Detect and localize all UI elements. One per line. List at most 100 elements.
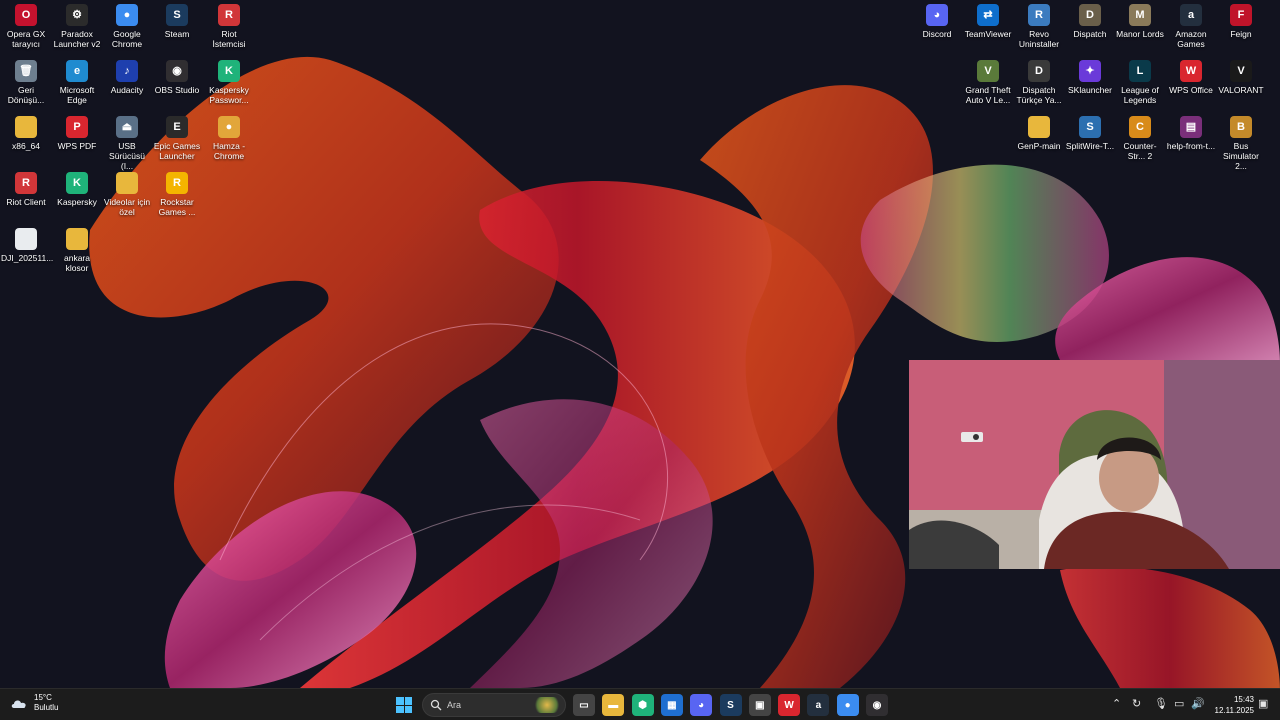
audacity-icon: ♪: [116, 60, 138, 82]
sklauncher-icon: ✦: [1079, 60, 1101, 82]
desktop-icon[interactable]: W WPS Office: [1165, 56, 1217, 112]
desktop-icon[interactable]: R Rockstar Games ...: [151, 168, 203, 224]
desktop-icon-label: SKlauncher: [1068, 85, 1112, 95]
start-button[interactable]: [396, 697, 412, 713]
desktop-icon[interactable]: M Manor Lords: [1114, 0, 1166, 56]
rockstar-games-icon: R: [166, 172, 188, 194]
notification-icon[interactable]: ▣: [1258, 697, 1268, 711]
desktop-icon-label: Revo Uninstaller: [1018, 29, 1060, 49]
opera-gx-icon: O: [15, 4, 37, 26]
desktop-icon[interactable]: ✦ SKlauncher: [1064, 56, 1116, 112]
amazon-games-icon: a: [1180, 4, 1202, 26]
desktop-icon[interactable]: D Dispatch Türkçe Ya...: [1013, 56, 1065, 112]
desktop-icon[interactable]: S SplitWire-T...: [1064, 112, 1116, 168]
desktop-icon-label: Riot İstemcisi: [212, 29, 246, 49]
show-hidden-icons-button[interactable]: ⌃: [1112, 697, 1121, 711]
help-from-winrar-icon: ▤: [1180, 116, 1202, 138]
desktop-icon[interactable]: V VALORANT: [1215, 56, 1267, 112]
epic-games-icon: E: [166, 116, 188, 138]
obs-studio-icon: ◉: [166, 60, 188, 82]
steam-taskbar-icon[interactable]: S: [719, 694, 742, 716]
desktop-icon[interactable]: V Grand Theft Auto V Le...: [962, 56, 1014, 112]
counter-strike-icon: C: [1129, 116, 1151, 138]
wps-office-icon: W: [1180, 60, 1202, 82]
desktop-icon[interactable]: GenP-main: [1013, 112, 1065, 168]
discord-icon: ◕: [926, 4, 948, 26]
search-placeholder: Ara: [447, 700, 462, 710]
discord-taskbar-icon[interactable]: ◕: [690, 694, 713, 716]
desktop-icon-label: Rockstar Games ...: [158, 197, 196, 217]
desktop-icon[interactable]: ● Google Chrome: [101, 0, 153, 56]
taskbar-search-box[interactable]: Ara: [422, 693, 566, 717]
desktop-icon[interactable]: DJI_202511...: [0, 224, 54, 280]
desktop-icon-label: Dispatch Türkçe Ya...: [1016, 85, 1062, 105]
store-taskbar-icon[interactable]: ▣: [748, 694, 771, 716]
desktop-icon[interactable]: S Steam: [151, 0, 203, 56]
steam-icon: S: [166, 4, 188, 26]
desktop-icon-label: Amazon Games: [1175, 29, 1207, 49]
desktop-icon[interactable]: ● Hamza - Chrome: [203, 112, 255, 168]
feign-icon: F: [1230, 4, 1252, 26]
desktop-icon-label: WPS Office: [1169, 85, 1213, 95]
paradox-launcher-icon: ⚙: [66, 4, 88, 26]
desktop-icon[interactable]: a Amazon Games: [1165, 0, 1217, 56]
desktop-icon-label: Hamza - Chrome: [212, 141, 246, 161]
network-icon[interactable]: ▭: [1174, 697, 1184, 711]
desktop-icon-label: Discord: [922, 29, 952, 39]
valorant-icon: V: [1230, 60, 1252, 82]
desktop-icon-label: Microsoft Edge: [59, 85, 95, 105]
desktop-icon[interactable]: E Epic Games Launcher: [151, 112, 203, 168]
sync-icon[interactable]: ↻: [1132, 697, 1141, 711]
desktop-icon-label: DJI_202511...: [1, 253, 54, 263]
desktop-icon[interactable]: 🗑 Geri Dönüşü...: [0, 56, 52, 112]
desktop-icon[interactable]: Videolar için özel: [101, 168, 153, 224]
desktop-icon[interactable]: L League of Legends: [1114, 56, 1166, 112]
desktop-icon-label: help-from-t...: [1166, 141, 1216, 151]
desktop-icon[interactable]: B Bus Simulator 2...: [1215, 112, 1267, 171]
desktop-icon[interactable]: K Kaspersky: [51, 168, 103, 224]
desktop-icon[interactable]: ⇄ TeamViewer: [962, 0, 1014, 56]
desktop-icon[interactable]: ◉ OBS Studio: [151, 56, 203, 112]
microphone-icon[interactable]: 🎙: [1154, 697, 1168, 711]
desktop-icon[interactable]: C Counter-Str... 2: [1114, 112, 1166, 168]
desktop-icon[interactable]: P WPS PDF: [51, 112, 103, 168]
riot-client-icon: R: [15, 172, 37, 194]
desktop-icon[interactable]: ▤ help-from-t...: [1165, 112, 1217, 168]
taskbar-clock[interactable]: 15:43 12.11.2025: [1212, 694, 1254, 716]
obs-taskbar-icon[interactable]: ◉: [866, 694, 888, 716]
desktop-icon[interactable]: R Revo Uninstaller: [1013, 0, 1065, 56]
wps-taskbar-icon[interactable]: W: [778, 694, 801, 716]
desktop-icon[interactable]: x86_64: [0, 112, 52, 168]
desktop-icon[interactable]: ⏏ USB Sürücüsü (I...: [101, 112, 153, 171]
desktop-icon[interactable]: ankara klosor: [51, 224, 103, 280]
kaspersky-password-icon: K: [218, 60, 240, 82]
weather-widget[interactable]: 15°C Bulutlu: [10, 693, 58, 713]
desktop-icon[interactable]: R Riot Client: [0, 168, 52, 224]
search-icon: [430, 699, 442, 711]
splitwire-icon: S: [1079, 116, 1101, 138]
desktop-icon[interactable]: K Kaspersky Passwor...: [203, 56, 255, 112]
desktop-icon[interactable]: e Microsoft Edge: [51, 56, 103, 112]
desktop-icon[interactable]: D Dispatch: [1064, 0, 1116, 56]
chrome-taskbar-icon[interactable]: ●: [836, 694, 859, 716]
amazon-games-taskbar-icon[interactable]: a: [807, 694, 830, 716]
teamviewer-icon: ⇄: [977, 4, 999, 26]
file-explorer-icon[interactable]: ▬: [602, 694, 625, 716]
desktop-icon-label: ankara klosor: [64, 253, 90, 273]
desktop-icon[interactable]: F Feign: [1215, 0, 1267, 56]
app-taskbar-icon[interactable]: ▦: [660, 694, 683, 716]
task-view-icon[interactable]: ▭: [573, 694, 595, 716]
desktop-icon[interactable]: R Riot İstemcisi: [203, 0, 255, 56]
desktop-icon[interactable]: ♪ Audacity: [101, 56, 153, 112]
volume-icon[interactable]: 🔊: [1191, 697, 1205, 711]
desktop-icon[interactable]: O Opera GX tarayıcı: [0, 0, 52, 56]
desktop-icon-label: WPS PDF: [57, 141, 97, 151]
weather-temperature: 15°C: [34, 693, 52, 702]
desktop-icon-label: Bus Simulator 2...: [1223, 141, 1259, 171]
desktop-icon[interactable]: ⚙ Paradox Launcher v2: [51, 0, 103, 56]
dispatch-icon: D: [1079, 4, 1101, 26]
desktop-icon-label: SplitWire-T...: [1065, 141, 1115, 151]
desktop-icon[interactable]: ◕ Discord: [911, 0, 963, 56]
desktop-icon-label: League of Legends: [1121, 85, 1159, 105]
kaspersky-taskbar-icon[interactable]: ⬢: [631, 694, 654, 716]
